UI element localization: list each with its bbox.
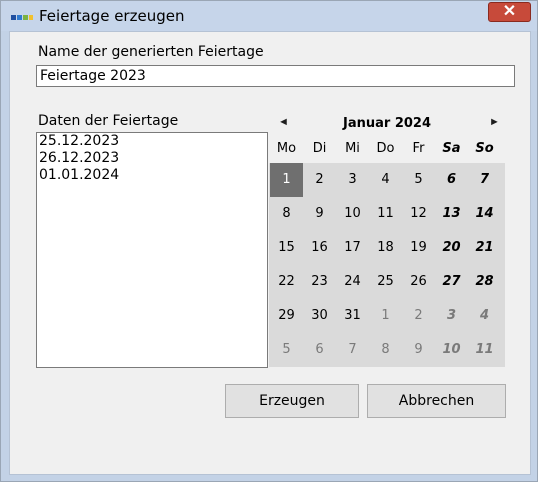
calendar-day[interactable]: 20	[435, 231, 468, 265]
create-button[interactable]: Erzeugen	[225, 384, 359, 418]
calendar-day[interactable]: 31	[336, 299, 369, 333]
calendar-day[interactable]: 22	[270, 265, 303, 299]
calendar-day[interactable]: 23	[303, 265, 336, 299]
calendar-day[interactable]: 4	[369, 163, 402, 197]
calendar-day[interactable]: 13	[435, 197, 468, 231]
calendar-day[interactable]: 2	[303, 163, 336, 197]
calendar-day[interactable]: 11	[468, 333, 501, 367]
calendar-day[interactable]: 21	[468, 231, 501, 265]
calendar-day[interactable]: 18	[369, 231, 402, 265]
month-label: Januar 2024	[342, 116, 431, 131]
calendar-day[interactable]: 11	[369, 197, 402, 231]
close-button[interactable]: ✕	[488, 2, 531, 22]
calendar-day[interactable]: 12	[402, 197, 435, 231]
calendar-header: ◄ Januar 2024 ►	[269, 113, 505, 135]
calendar-day[interactable]: 25	[369, 265, 402, 299]
calendar-day[interactable]: 14	[468, 197, 501, 231]
weekday-label: Do	[376, 141, 395, 156]
cancel-button[interactable]: Abbrechen	[367, 384, 506, 418]
calendar-day[interactable]: 29	[270, 299, 303, 333]
calendar-day[interactable]: 28	[468, 265, 501, 299]
name-label: Name der generierten Feiertage	[38, 44, 264, 60]
calendar-grid: 1 2 3 4 5 6 7 8 9 10 11 12 13 14 15 16 17 18 19 20 21 22 23 24 2…	[269, 163, 505, 367]
list-item[interactable]: 26.12.2023	[39, 150, 265, 167]
calendar-day[interactable]: 2	[402, 299, 435, 333]
weekday-header: Mo Di Mi Do Fr Sa So	[269, 141, 505, 163]
window-title: Feiertage erzeugen	[39, 7, 185, 25]
calendar-day[interactable]: 9	[402, 333, 435, 367]
name-input[interactable]: Feiertage 2023	[36, 65, 515, 87]
calendar-day[interactable]: 8	[369, 333, 402, 367]
calendar-day[interactable]: 6	[435, 163, 468, 197]
calendar-day[interactable]: 27	[435, 265, 468, 299]
weekday-label: So	[475, 141, 494, 156]
calendar-day[interactable]: 4	[468, 299, 501, 333]
calendar-day[interactable]: 8	[270, 197, 303, 231]
weekday-label: Sa	[442, 141, 461, 156]
calendar-day[interactable]: 15	[270, 231, 303, 265]
weekday-label: Di	[312, 141, 327, 156]
calendar-day[interactable]: 24	[336, 265, 369, 299]
calendar-day[interactable]: 16	[303, 231, 336, 265]
calendar-day[interactable]: 19	[402, 231, 435, 265]
calendar-day[interactable]: 10	[435, 333, 468, 367]
calendar-day[interactable]: 5	[270, 333, 303, 367]
list-item[interactable]: 01.01.2024	[39, 167, 265, 184]
calendar-day[interactable]: 3	[336, 163, 369, 197]
weekday-label: Mo	[276, 141, 297, 156]
close-icon: ✕	[502, 3, 517, 20]
calendar-day[interactable]: 7	[336, 333, 369, 367]
calendar-day[interactable]: 7	[468, 163, 501, 197]
dates-listbox[interactable]: 25.12.2023 26.12.2023 01.01.2024	[36, 132, 268, 368]
app-icon	[11, 15, 33, 20]
title-bar[interactable]: Feiertage erzeugen ✕	[1, 1, 537, 31]
list-item[interactable]: 25.12.2023	[39, 133, 265, 150]
calendar-day[interactable]: 30	[303, 299, 336, 333]
dates-label: Daten der Feiertage	[38, 113, 179, 129]
calendar-day[interactable]: 6	[303, 333, 336, 367]
calendar-day[interactable]: 9	[303, 197, 336, 231]
calendar-day[interactable]: 10	[336, 197, 369, 231]
calendar-day[interactable]: 5	[402, 163, 435, 197]
calendar-day[interactable]: 1	[369, 299, 402, 333]
next-month-icon[interactable]: ►	[489, 116, 500, 128]
calendar-day[interactable]: 17	[336, 231, 369, 265]
calendar-day[interactable]: 3	[435, 299, 468, 333]
calendar-day[interactable]: 1	[270, 163, 303, 197]
weekday-label: Fr	[412, 141, 425, 156]
weekday-label: Mi	[345, 141, 360, 156]
calendar-day[interactable]: 26	[402, 265, 435, 299]
